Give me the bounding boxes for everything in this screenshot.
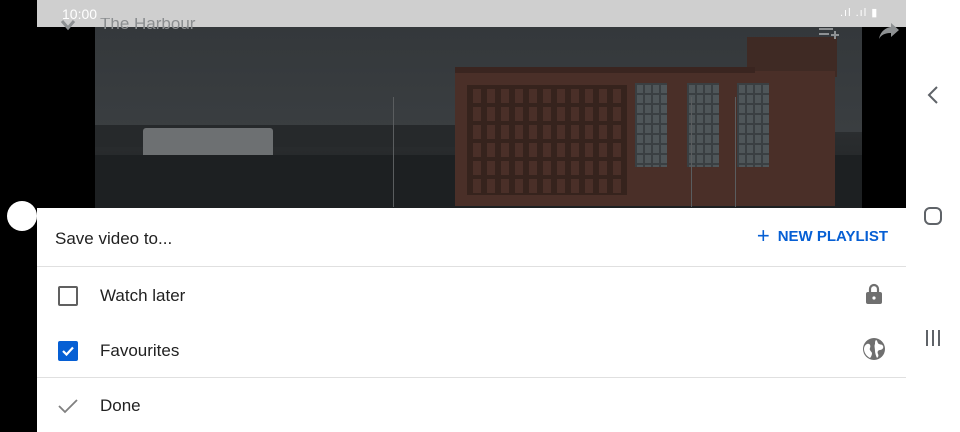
back-icon[interactable] [906, 84, 960, 111]
globe-icon [863, 338, 885, 360]
watch-later-checkbox[interactable] [58, 286, 78, 306]
new-playlist-button[interactable]: + NEW PLAYLIST [756, 223, 888, 248]
video-building-roof [455, 67, 755, 73]
home-icon[interactable] [906, 206, 960, 231]
checkmark-icon [62, 346, 74, 357]
playlist-label: Watch later [100, 286, 186, 305]
collapse-icon[interactable] [60, 14, 76, 37]
playlist-row-favourites[interactable]: Favourites [37, 323, 906, 378]
done-label: Done [100, 396, 141, 415]
video-window [635, 83, 667, 167]
recents-icon[interactable] [906, 328, 960, 353]
lock-icon [866, 283, 882, 304]
video-mast [735, 97, 736, 207]
video-title-overlay: The Harbour [100, 14, 195, 34]
video-mast [393, 97, 394, 207]
share-icon[interactable] [879, 22, 899, 45]
new-playlist-label: NEW PLAYLIST [777, 227, 888, 245]
video-player[interactable] [95, 27, 862, 208]
playlist-row-watch-later[interactable]: Watch later [37, 268, 906, 323]
save-to-playlist-sheet: Save video to... + NEW PLAYLIST Watch la… [37, 208, 906, 432]
plus-icon: + [756, 223, 770, 248]
playlist-label: Favourites [100, 341, 180, 360]
sheet-header: Save video to... + NEW PLAYLIST [37, 208, 906, 267]
video-building-windows [467, 85, 627, 195]
sheet-title: Save video to... [55, 229, 173, 248]
video-tent [143, 128, 273, 156]
video-mast [691, 97, 692, 207]
done-button[interactable]: Done [37, 377, 906, 432]
add-to-queue-icon[interactable] [819, 22, 843, 45]
video-title: The Harbour [100, 14, 196, 33]
navigation-bar [906, 0, 960, 432]
favourites-checkbox[interactable] [58, 341, 78, 361]
video-window [737, 83, 769, 167]
check-icon [58, 399, 78, 414]
signal-battery-icons: .ıl .ıl ▮ [840, 7, 879, 19]
right-pillar [862, 27, 906, 208]
drag-handle[interactable] [7, 201, 37, 231]
